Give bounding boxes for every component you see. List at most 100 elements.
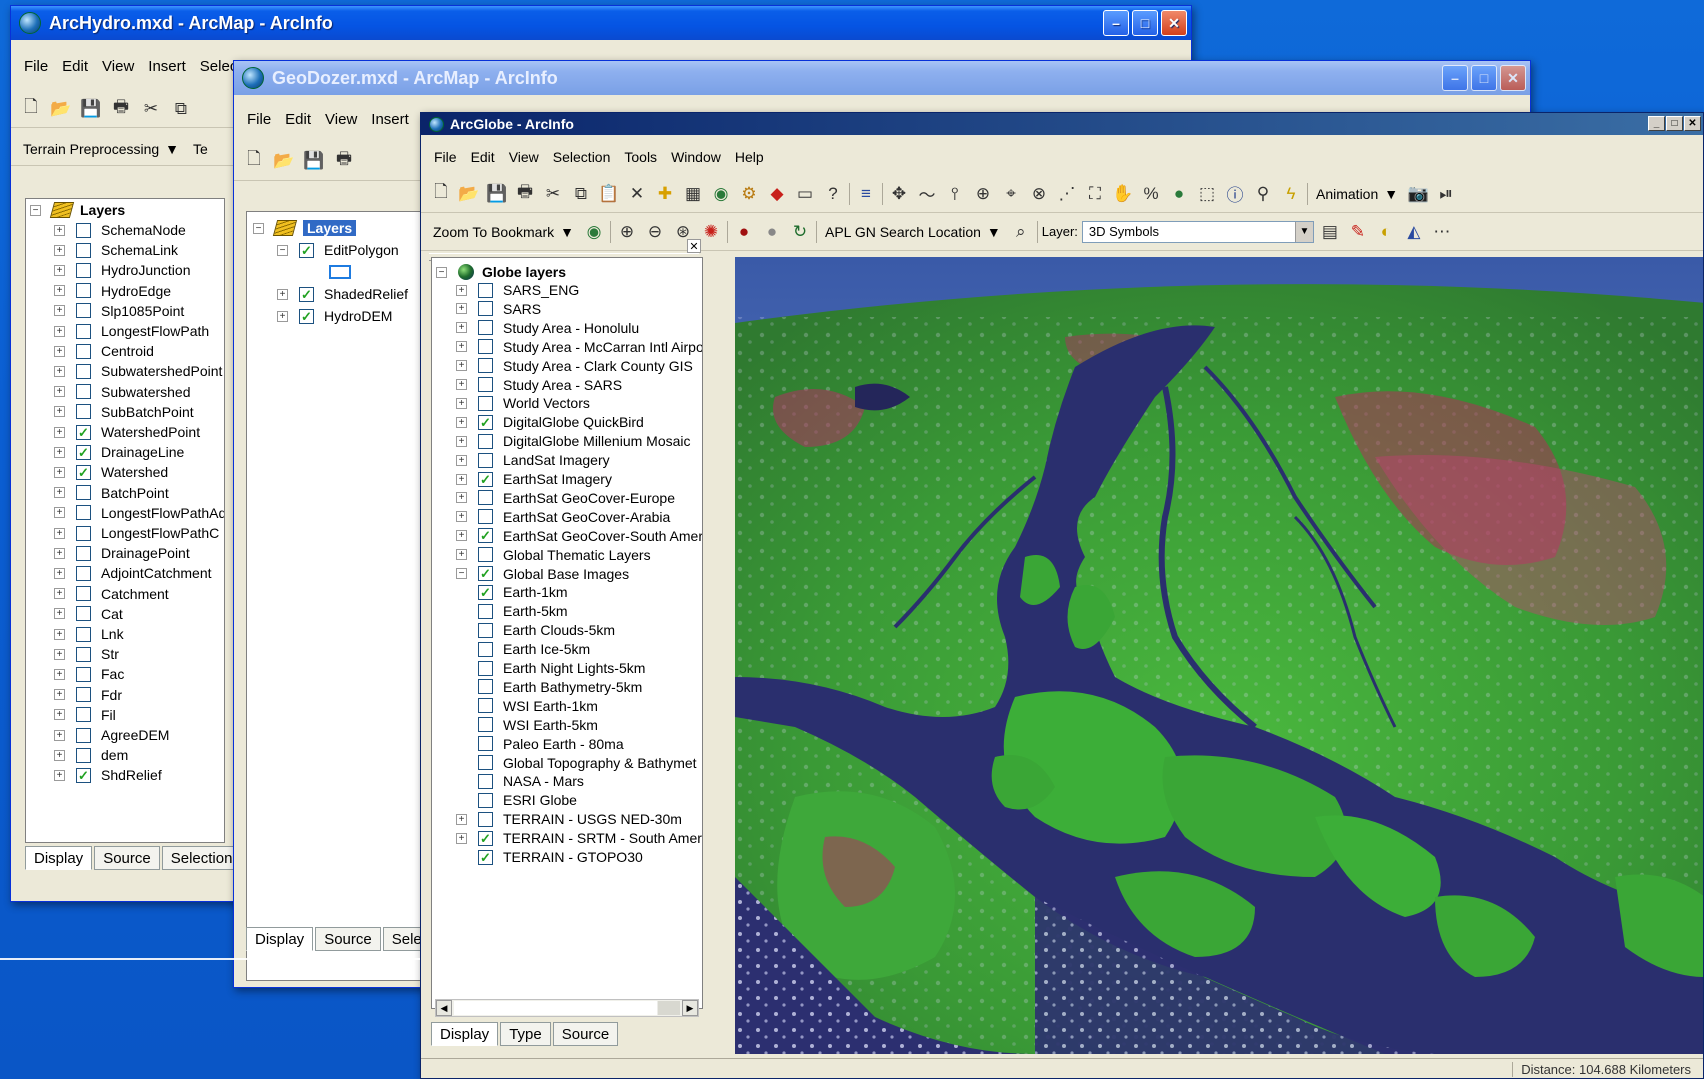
expand-icon[interactable]: +	[456, 284, 467, 296]
terrain-preprocessing-dropdown[interactable]: Terrain Preprocessing ▼	[19, 141, 183, 157]
expand-icon[interactable]: +	[54, 648, 65, 660]
layer-checkbox[interactable]	[478, 698, 493, 714]
layer-checkbox[interactable]	[478, 547, 493, 563]
toc-layer[interactable]: + SubwatershedPoint	[54, 361, 224, 381]
save-icon[interactable]: 💾	[302, 149, 326, 173]
search-location-icon[interactable]: ⌕	[1009, 220, 1033, 244]
cut-icon[interactable]: ✂	[541, 182, 565, 206]
layer-checkbox[interactable]	[478, 301, 493, 317]
expand-icon[interactable]: +	[54, 749, 65, 761]
layer-checkbox[interactable]	[478, 679, 493, 695]
layer-checkbox[interactable]: ✓	[478, 584, 493, 600]
zoom-out-icon[interactable]: ⊖	[643, 220, 667, 244]
layer-checkbox[interactable]	[478, 433, 493, 449]
toc-layer[interactable]: + Slp1085Point	[54, 301, 224, 321]
print-icon[interactable]: 🖶	[109, 97, 133, 121]
layer-checkbox[interactable]: ✓	[76, 444, 91, 460]
toc-layer[interactable]: + ✓ HydroDEM	[277, 306, 435, 326]
arcglobe-toc[interactable]: − Globe layers + SARS_ENG + SARS + Study Area…	[431, 257, 703, 1009]
toc-sublayer[interactable]: Earth Night Lights-5km	[478, 658, 702, 678]
toc-layer[interactable]: + ✓ ShdRelief	[54, 765, 224, 785]
layer-checkbox[interactable]	[478, 622, 493, 638]
layer-checkbox[interactable]	[478, 792, 493, 808]
maximize-button[interactable]: □	[1666, 116, 1683, 131]
expand-icon[interactable]: +	[54, 527, 65, 539]
add-data-icon[interactable]: ✚	[653, 182, 677, 206]
zoom-to-target-icon[interactable]: ⊕	[971, 182, 995, 206]
collapse-icon[interactable]: −	[253, 222, 264, 234]
archydro-toc[interactable]: − Layers + SchemaNode + SchemaLink + HydroJun…	[25, 198, 225, 843]
window-icon[interactable]: ▭	[793, 182, 817, 206]
spin-icon[interactable]: ✺	[699, 220, 723, 244]
minimize-button[interactable]: _	[1648, 116, 1665, 131]
tab-type[interactable]: Type	[500, 1022, 551, 1046]
identify-icon[interactable]: ⓘ	[1223, 182, 1247, 206]
layer-checkbox[interactable]: ✓	[76, 424, 91, 440]
more-tools-icon[interactable]: ⋯	[1430, 220, 1454, 244]
expand-icon[interactable]: +	[456, 341, 467, 353]
layer-checkbox[interactable]: ✓	[76, 767, 91, 783]
layer-checkbox[interactable]	[478, 603, 493, 619]
open-folder-icon[interactable]: 📂	[49, 97, 73, 121]
scroll-thumb[interactable]	[454, 1001, 680, 1015]
toc-layer[interactable]: + ✓ Watershed	[54, 462, 224, 482]
layer-checkbox[interactable]	[478, 490, 493, 506]
layer-checkbox[interactable]	[76, 323, 91, 339]
edit-3d-icon[interactable]: ✎	[1346, 220, 1370, 244]
expand-icon[interactable]: +	[54, 264, 65, 276]
layer-checkbox[interactable]: ✓	[478, 830, 493, 846]
menu-help[interactable]: Help	[728, 149, 771, 165]
toc-layer[interactable]: + dem	[54, 745, 224, 765]
layer-checkbox[interactable]	[76, 404, 91, 420]
toc-layer[interactable]: + Fdr	[54, 685, 224, 705]
layer-checkbox[interactable]: ✓	[76, 464, 91, 480]
close-button[interactable]: ✕	[1500, 65, 1526, 91]
toc-layer[interactable]: + AdjointCatchment	[54, 563, 224, 583]
toc-layer[interactable]: + BatchPoint	[54, 483, 224, 503]
record-icon[interactable]: ●	[732, 220, 756, 244]
expand-icon[interactable]: +	[456, 511, 467, 523]
expand-fov-icon[interactable]: ⛶	[1083, 182, 1107, 206]
toc-layer[interactable]: + Catchment	[54, 584, 224, 604]
expand-icon[interactable]: +	[54, 426, 65, 438]
toc-layer[interactable]: + Study Area - Honolulu	[456, 318, 702, 338]
toc-sublayer[interactable]: Earth Ice-5km	[478, 639, 702, 659]
expand-icon[interactable]: +	[54, 729, 65, 741]
layer-checkbox[interactable]	[76, 363, 91, 379]
layer-checkbox[interactable]	[478, 377, 493, 392]
arcglobe-titlebar[interactable]: ArcGlobe - ArcInfo _ □ ✕	[421, 113, 1703, 135]
navigate-icon[interactable]: ✥	[887, 182, 911, 206]
expand-icon[interactable]: +	[456, 549, 467, 561]
open-folder-icon[interactable]: 📂	[272, 149, 296, 173]
full-extent-globe-icon[interactable]: ●	[1167, 182, 1191, 206]
expand-icon[interactable]: +	[456, 454, 467, 466]
toc-layer[interactable]: + Study Area - SARS	[456, 375, 702, 395]
save-icon[interactable]: 💾	[79, 97, 103, 121]
toc-layer[interactable]: + Study Area - Clark County GIS	[456, 356, 702, 376]
layer-checkbox[interactable]	[76, 485, 91, 501]
toc-root[interactable]: − Layers	[253, 218, 435, 238]
toc-layer[interactable]: + SchemaLink	[54, 240, 224, 260]
toc-layer[interactable]: + ✓ DrainageLine	[54, 442, 224, 462]
layer-checkbox[interactable]	[478, 282, 493, 298]
layer-checkbox[interactable]	[76, 545, 91, 561]
expand-icon[interactable]: +	[277, 310, 288, 322]
zoom-to-bookmark-dropdown[interactable]: Zoom To Bookmark ▼	[429, 224, 578, 240]
toc-layer[interactable]: + Study Area - McCarran Intl Airport	[456, 337, 702, 357]
toc-layer[interactable]: + EarthSat GeoCover-Arabia	[456, 507, 702, 527]
layer-checkbox[interactable]	[76, 565, 91, 581]
collapse-icon[interactable]: −	[436, 266, 447, 278]
select-features-icon[interactable]: ⬚	[1195, 182, 1219, 206]
expand-icon[interactable]: +	[456, 360, 467, 372]
expand-icon[interactable]: +	[456, 379, 467, 390]
toc-layer[interactable]: + ✓ DigitalGlobe QuickBird	[456, 412, 702, 432]
3d-effects-icon[interactable]: ◭	[1402, 220, 1426, 244]
layer-checkbox[interactable]	[76, 303, 91, 319]
toc-layer[interactable]: + SchemaNode	[54, 220, 224, 240]
layer-checkbox[interactable]	[478, 773, 493, 789]
menu-insert[interactable]: Insert	[364, 111, 416, 128]
expand-icon[interactable]: +	[54, 406, 65, 418]
animation-controls-icon[interactable]: ⏯	[1434, 182, 1458, 206]
toc-layer[interactable]: − ✓ EditPolygon	[277, 240, 435, 260]
layer-checkbox[interactable]: ✓	[478, 528, 493, 544]
